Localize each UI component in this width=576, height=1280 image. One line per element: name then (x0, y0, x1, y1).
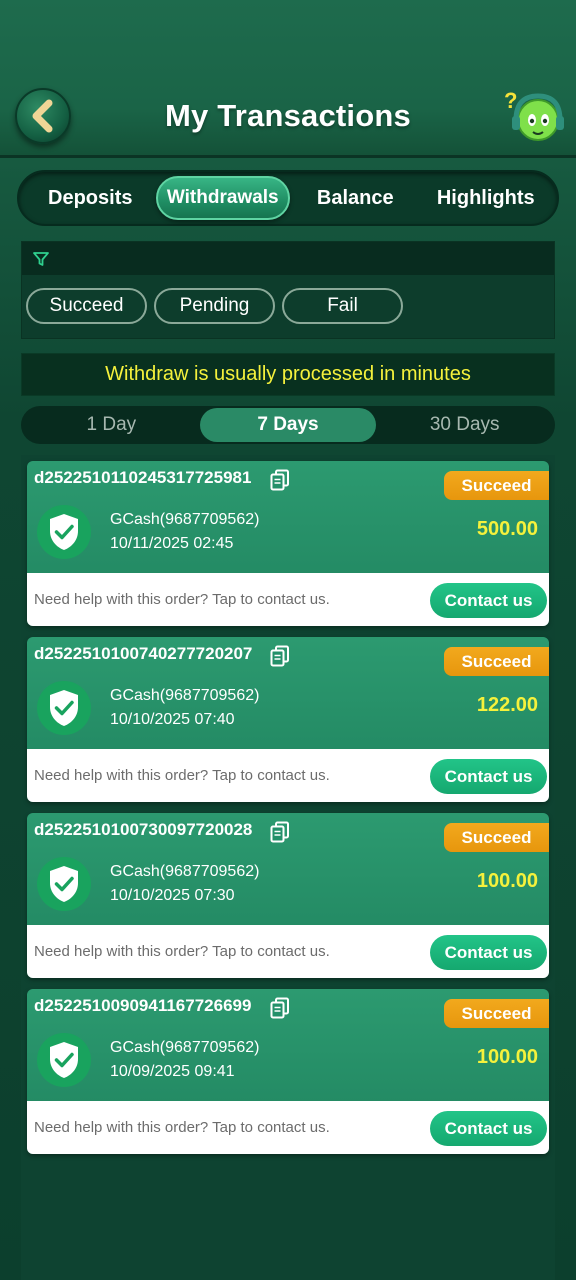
help-text: Need help with this order? Tap to contac… (34, 591, 330, 608)
card-footer: Need help with this order? Tap to contac… (27, 925, 549, 978)
card-footer: Need help with this order? Tap to contac… (27, 1101, 549, 1154)
range-1-day[interactable]: 1 Day (23, 408, 200, 442)
contact-us-button[interactable]: Contact us (430, 583, 547, 618)
filter-chip-pending[interactable]: Pending (154, 288, 275, 324)
tab-withdrawals[interactable]: Withdrawals (155, 176, 290, 220)
contact-us-button[interactable]: Contact us (430, 1111, 547, 1146)
payment-method: GCash(9687709562) (110, 511, 260, 528)
header: My Transactions ? (0, 0, 576, 158)
copy-icon[interactable] (270, 469, 290, 491)
card-footer: Need help with this order? Tap to contac… (27, 749, 549, 802)
filter-chip-succeed[interactable]: Succeed (26, 288, 147, 324)
help-text: Need help with this order? Tap to contac… (34, 943, 330, 960)
filter-icon[interactable] (32, 250, 50, 268)
range-7-days[interactable]: 7 Days (199, 408, 377, 442)
order-id: d2522510110245317725981 (34, 468, 252, 487)
copy-icon[interactable] (270, 645, 290, 667)
copy-icon[interactable] (270, 821, 290, 843)
status-badge: Succeed (444, 823, 549, 852)
tab-deposits[interactable]: Deposits (25, 176, 156, 220)
contact-us-button[interactable]: Contact us (430, 759, 547, 794)
shield-check-icon (37, 681, 91, 735)
status-filter-panel: Succeed Pending Fail (21, 241, 555, 339)
transaction-amount: 100.00 (476, 1046, 538, 1068)
transaction-type-tabs: Deposits Withdrawals Balance Highlights (17, 170, 559, 226)
support-mascot-icon[interactable]: ? (502, 86, 566, 150)
transaction-card: d2522510090941167726699 Succeed GCash(96… (27, 989, 549, 1154)
shield-check-icon (37, 857, 91, 911)
status-badge: Succeed (444, 471, 549, 500)
filter-chip-fail[interactable]: Fail (282, 288, 403, 324)
transaction-card: d2522510110245317725981 Succeed GCash(96… (27, 461, 549, 626)
help-text: Need help with this order? Tap to contac… (34, 767, 330, 784)
transaction-time: 10/10/2025 07:30 (110, 887, 235, 904)
status-badge: Succeed (444, 999, 549, 1028)
order-id: d2522510100740277720207 (34, 644, 253, 663)
transaction-time: 10/09/2025 09:41 (110, 1063, 235, 1080)
order-id: d2522510090941167726699 (34, 996, 252, 1015)
transaction-time: 10/10/2025 07:40 (110, 711, 235, 728)
filter-bar (22, 242, 554, 275)
tab-highlights[interactable]: Highlights (421, 176, 552, 220)
status-badge: Succeed (444, 647, 549, 676)
copy-icon[interactable] (270, 997, 290, 1019)
transaction-amount: 122.00 (476, 694, 538, 716)
transaction-card: d2522510100730097720028 Succeed GCash(96… (27, 813, 549, 978)
card-footer: Need help with this order? Tap to contac… (27, 573, 549, 626)
payment-method: GCash(9687709562) (110, 687, 260, 704)
date-range-selector: 1 Day 7 Days 30 Days (21, 406, 555, 444)
processing-notice: Withdraw is usually processed in minutes (21, 353, 555, 396)
transaction-amount: 100.00 (476, 870, 538, 892)
range-30-days[interactable]: 30 Days (376, 408, 553, 442)
contact-us-button[interactable]: Contact us (430, 935, 547, 970)
shield-check-icon (37, 505, 91, 559)
payment-method: GCash(9687709562) (110, 863, 260, 880)
help-text: Need help with this order? Tap to contac… (34, 1119, 330, 1136)
transaction-card: d2522510100740277720207 Succeed GCash(96… (27, 637, 549, 802)
shield-check-icon (37, 1033, 91, 1087)
transaction-amount: 500.00 (476, 518, 538, 540)
payment-method: GCash(9687709562) (110, 1039, 260, 1056)
order-id: d2522510100730097720028 (34, 820, 253, 839)
page-title: My Transactions (165, 98, 411, 133)
tab-balance[interactable]: Balance (290, 176, 421, 220)
transaction-time: 10/11/2025 02:45 (110, 535, 234, 552)
